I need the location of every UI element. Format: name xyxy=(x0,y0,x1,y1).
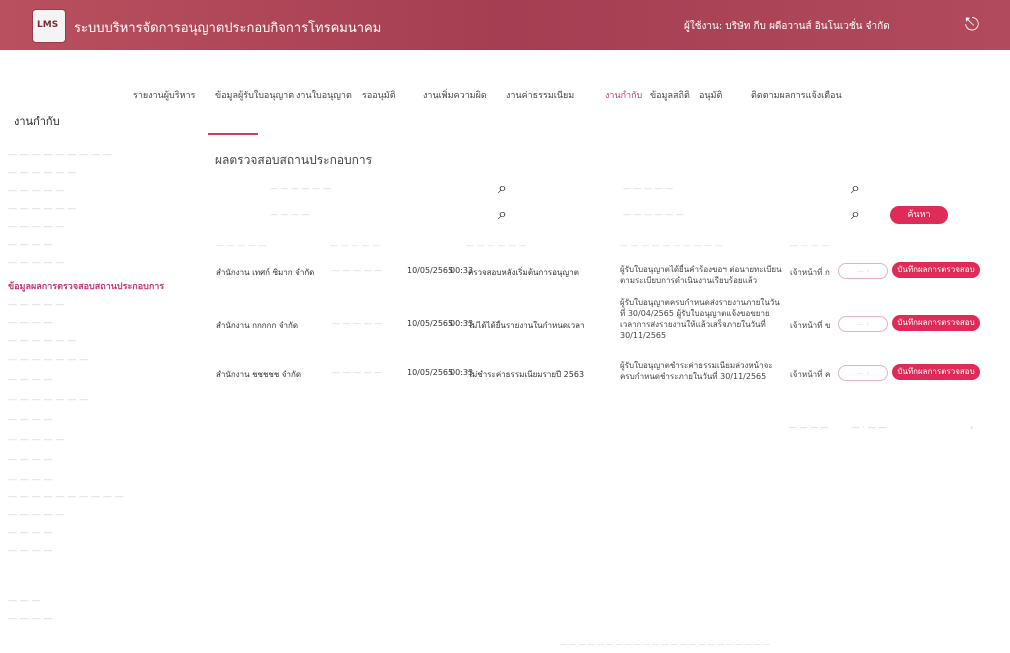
record-result-button[interactable]: บันทึกผลการตรวจสอบ xyxy=(892,364,980,380)
lms-logo: LMS xyxy=(32,9,66,43)
sidebar-title: งานกำกับ xyxy=(14,115,60,128)
logout-icon[interactable]: ⎋ xyxy=(961,14,983,36)
sidebar-item[interactable]: — — — — xyxy=(8,415,53,425)
nav-item-fees[interactable]: งานค่าธรรมเนียม xyxy=(506,88,574,102)
sidebar-item[interactable]: — — — — — xyxy=(8,186,64,196)
pagination-info: — — — — xyxy=(789,423,829,432)
column-header: — — — — — xyxy=(216,241,267,250)
sidebar-item[interactable]: — — — — xyxy=(8,240,53,250)
status-select[interactable]: — › xyxy=(838,316,888,332)
company-name: สำนักงาน ชชชชช จำกัด xyxy=(216,370,302,379)
meta: — — — — — xyxy=(332,319,383,328)
nav-item-statistics[interactable]: ข้อมูลสถิติ xyxy=(650,88,690,102)
nav-item-notifications[interactable]: ติดตามผลการแจ้งเตือน xyxy=(751,88,842,102)
record-result-button[interactable]: บันทึกผลการตรวจสอบ xyxy=(892,262,980,278)
sidebar-item[interactable]: — — — — xyxy=(8,318,53,328)
active-tab-indicator xyxy=(208,133,258,135)
sidebar-item[interactable]: — — — — xyxy=(8,455,53,465)
sidebar-item[interactable]: — — — — — — — xyxy=(8,355,88,365)
inspection-notes: ผู้รับใบอนุญาตครบกำหนดส่งรายงานภายในวันท… xyxy=(620,298,780,340)
sidebar-item[interactable]: — — — — xyxy=(8,375,53,385)
status-select[interactable]: — › xyxy=(838,263,888,279)
nav-item-license-work[interactable]: งานใบอนุญาต xyxy=(296,88,352,102)
inspection-topic: ไม่ชำระค่าธรรมเนียมรายปี 2563 xyxy=(468,370,585,379)
page-title: ผลตรวจสอบสถานประกอบการ xyxy=(215,153,373,167)
nav-item-executive-report[interactable]: รายงานผู้บริหาร xyxy=(133,88,195,102)
sidebar-item[interactable]: — — — — — — — — — — xyxy=(8,492,124,502)
sidebar-item[interactable]: — — — — xyxy=(8,475,53,485)
sidebar-item[interactable]: — — — — — — — — — xyxy=(8,150,112,160)
sidebar-item[interactable]: — — — — — xyxy=(8,510,64,520)
nav-item-licensee-info[interactable]: ข้อมูลผู้รับใบอนุญาต xyxy=(215,88,294,102)
record-result-button[interactable]: บันทึกผลการตรวจสอบ xyxy=(892,315,980,331)
company-name: สำนักงาน กกกกก จำกัด xyxy=(216,321,299,330)
status-select[interactable]: — › xyxy=(838,365,888,381)
inspection-notes: ผู้รับใบอนุญาตชำระค่าธรรมเนียมล่วงหน้าจะ… xyxy=(620,361,773,381)
inspection-notes: ผู้รับใบอนุญาตได้ยื่นคำร้องขอฯ ต่อนายทะเ… xyxy=(620,265,782,285)
column-header: — — — — — — — — — — xyxy=(620,241,723,250)
officer: เจ้าหน้าที่ ค xyxy=(790,370,831,379)
inspection-topic: ไม่ได้ได้ยื่นรายงานในกำหนดเวลา xyxy=(468,321,585,330)
search-button[interactable]: ค้นหา xyxy=(890,206,948,224)
footer-text: — — — — — — — — — — — — — — — — — — — — … xyxy=(560,640,770,648)
app-title: ระบบบริหารจัดการอนุญาตประกอบกิจการโทรคมน… xyxy=(74,21,382,36)
search-icon[interactable]: ⌕ xyxy=(498,178,516,197)
date: 10/05/2565 xyxy=(407,319,454,328)
nav-item-violations[interactable]: งานเพิ่มความผิด xyxy=(423,88,487,102)
nav-item-pending-approval[interactable]: รออนุมัติ xyxy=(362,88,396,102)
sidebar-item[interactable]: — — — xyxy=(8,596,41,606)
column-header: — — — — — — xyxy=(466,241,527,250)
date: 10/05/2565 xyxy=(407,266,454,275)
search-field-4[interactable]: — — — — — — xyxy=(623,210,684,219)
sidebar-item[interactable]: — — — — xyxy=(8,546,53,556)
nav-item-regulation[interactable]: งานกำกับ xyxy=(605,88,642,102)
search-field-1[interactable]: — — — — — — xyxy=(270,184,331,193)
search-icon[interactable]: ⌕ xyxy=(851,204,869,223)
officer: เจ้าหน้าที่ ข xyxy=(790,321,831,330)
sidebar-item[interactable]: — — — — — xyxy=(8,435,64,445)
sidebar-item[interactable]: — — — — — — xyxy=(8,168,76,178)
column-header: — — — — — xyxy=(330,241,381,250)
sidebar-item[interactable]: — — — — — xyxy=(8,300,64,310)
sidebar-item[interactable]: — — — — — — xyxy=(8,336,76,346)
pagination-numbers[interactable]: — · — — xyxy=(852,423,886,432)
user-info: ผู้ใช้งาน: บริษัท กีบ ผดีอวานส์ อินโนเวช… xyxy=(684,21,890,32)
sidebar-item[interactable]: — — — — — — xyxy=(8,204,76,214)
meta: — — — — — xyxy=(332,266,383,275)
meta: — — — — — xyxy=(332,368,383,377)
sidebar-item[interactable]: — — — — — xyxy=(8,222,64,232)
inspection-topic: ตรวจสอบหลังเริ่มต้นการอนุญาต xyxy=(468,268,579,277)
column-header: — — — — xyxy=(790,241,830,250)
nav-item-approve[interactable]: อนุมัติ xyxy=(699,88,722,102)
search-field-2[interactable]: — — — — xyxy=(270,210,310,219)
sidebar-item[interactable]: — — — — — xyxy=(8,258,64,268)
next-page-icon[interactable]: › xyxy=(970,423,973,432)
app-header: LMS ระบบบริหารจัดการอนุญาตประกอบกิจการโท… xyxy=(0,0,1010,50)
logo-text: LMS xyxy=(37,20,59,30)
date: 10/05/2565 xyxy=(407,368,454,377)
search-icon[interactable]: ⌕ xyxy=(851,178,869,197)
search-icon[interactable]: ⌕ xyxy=(498,204,516,223)
sidebar-item[interactable]: — — — — xyxy=(8,528,53,538)
sidebar-item[interactable]: — — — — xyxy=(8,614,53,624)
officer: เจ้าหน้าที่ ก xyxy=(790,268,830,277)
sidebar-item-inspection-results[interactable]: ข้อมูลผลการตรวจสอบสถานประกอบการ xyxy=(8,279,164,293)
sidebar-item[interactable]: — — — — — — — xyxy=(8,395,88,405)
company-name: สำนักงาน เทศก์ ซิมาก จำกัด xyxy=(216,268,315,277)
search-field-3[interactable]: — — — — — xyxy=(623,184,673,193)
